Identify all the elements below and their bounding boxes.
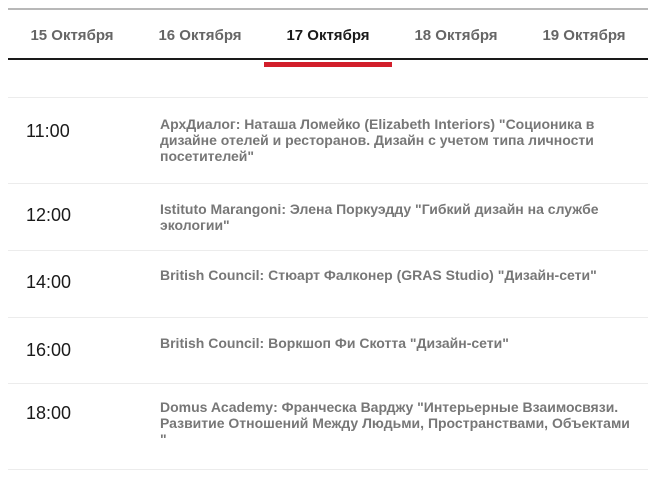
event-title-link[interactable]: British Council: Воркшоп Фи Скотта "Диза… bbox=[160, 335, 640, 351]
event-title-link[interactable]: АрхДиалог: Наташа Ломейко (Elizabeth Int… bbox=[160, 116, 640, 164]
event-time: 18:00 bbox=[26, 403, 72, 423]
event-time: 12:00 bbox=[26, 205, 72, 225]
tab-17-october[interactable]: 17 Октября bbox=[264, 10, 392, 67]
event-title-link[interactable]: Domus Academy: Франческа Варджу "Интерье… bbox=[160, 399, 640, 447]
event-time: 11:00 bbox=[26, 121, 70, 141]
schedule-row: 18:00 Domus Academy: Франческа Варджу "И… bbox=[8, 383, 648, 470]
schedule-row: 16:00 British Council: Воркшоп Фи Скотта… bbox=[8, 317, 648, 383]
event-time: 14:00 bbox=[26, 272, 72, 292]
schedule-row: 12:00 Istituto Marangoni: Элена Поркуэдд… bbox=[8, 183, 648, 250]
event-title-link[interactable]: British Council: Стюарт Фалконер (GRAS S… bbox=[160, 267, 640, 283]
tab-16-october[interactable]: 16 Октября bbox=[136, 10, 264, 60]
tab-15-october[interactable]: 15 Октября bbox=[8, 10, 136, 60]
event-time: 16:00 bbox=[26, 340, 72, 360]
event-title-link[interactable]: Istituto Marangoni: Элена Поркуэдду "Гиб… bbox=[160, 201, 640, 233]
tab-19-october[interactable]: 19 Октября bbox=[520, 10, 648, 60]
tab-18-october[interactable]: 18 Октября bbox=[392, 10, 520, 60]
schedule-row: 11:00 АрхДиалог: Наташа Ломейко (Elizabe… bbox=[8, 97, 648, 183]
date-tabs: 15 Октября 16 Октября 17 Октября 18 Октя… bbox=[8, 8, 648, 67]
schedule-row: 14:00 British Council: Стюарт Фалконер (… bbox=[8, 250, 648, 317]
schedule-list: 11:00 АрхДиалог: Наташа Ломейко (Elizabe… bbox=[8, 97, 648, 470]
